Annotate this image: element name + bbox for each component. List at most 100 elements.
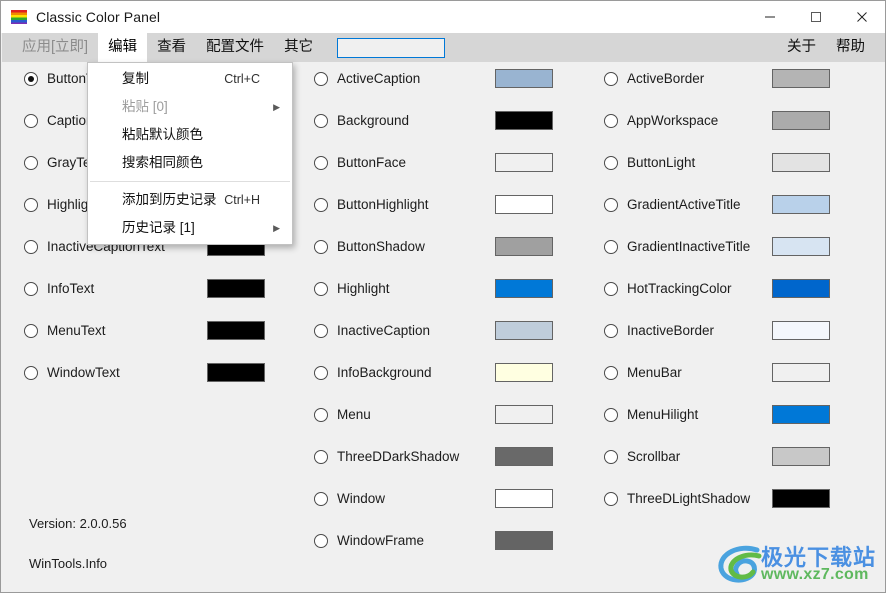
color-swatch-threedlightshadow[interactable] bbox=[772, 489, 830, 508]
search-input[interactable] bbox=[337, 38, 445, 58]
menu-about[interactable]: 关于 bbox=[777, 33, 826, 62]
color-swatch-background[interactable] bbox=[495, 111, 553, 130]
menu-apply-now[interactable]: 应用[立即] bbox=[12, 33, 98, 62]
color-entry-row[interactable]: Highlight bbox=[292, 276, 582, 302]
color-entry-row[interactable]: ThreeDLightShadow bbox=[582, 486, 872, 512]
radio-graytext[interactable] bbox=[24, 156, 38, 170]
radio-inactivecaption[interactable] bbox=[314, 324, 328, 338]
color-entry-row[interactable]: ActiveCaption bbox=[292, 66, 582, 92]
radio-activecaption[interactable] bbox=[314, 72, 328, 86]
radio-hottrackingcolor[interactable] bbox=[604, 282, 618, 296]
color-swatch-windowtext[interactable] bbox=[207, 363, 265, 382]
color-swatch-inactivecaption[interactable] bbox=[495, 321, 553, 340]
radio-menutext[interactable] bbox=[24, 324, 38, 338]
radio-windowframe[interactable] bbox=[314, 534, 328, 548]
color-swatch-menutext[interactable] bbox=[207, 321, 265, 340]
color-entry-row[interactable]: InfoText bbox=[2, 276, 292, 302]
minimize-button[interactable] bbox=[747, 1, 793, 33]
color-entry-row[interactable]: ButtonLight bbox=[582, 150, 872, 176]
color-swatch-activeborder[interactable] bbox=[772, 69, 830, 88]
color-entry-row[interactable]: ThreeDDarkShadow bbox=[292, 444, 582, 470]
radio-inactivecaptiontext[interactable] bbox=[24, 240, 38, 254]
menu-profile[interactable]: 配置文件 bbox=[196, 33, 274, 62]
radio-threeddarkshadow[interactable] bbox=[314, 450, 328, 464]
radio-inactiveborder[interactable] bbox=[604, 324, 618, 338]
color-entry-row[interactable]: ButtonHighlight bbox=[292, 192, 582, 218]
menu-other[interactable]: 其它 bbox=[274, 33, 323, 62]
color-entry-row[interactable]: WindowText bbox=[2, 360, 292, 386]
close-button[interactable] bbox=[839, 1, 885, 33]
color-entry-row[interactable]: GradientActiveTitle bbox=[582, 192, 872, 218]
color-swatch-hottrackingcolor[interactable] bbox=[772, 279, 830, 298]
radio-infobackground[interactable] bbox=[314, 366, 328, 380]
color-swatch-activecaption[interactable] bbox=[495, 69, 553, 88]
radio-background[interactable] bbox=[314, 114, 328, 128]
color-swatch-menuhilight[interactable] bbox=[772, 405, 830, 424]
color-entry-row[interactable]: MenuHilight bbox=[582, 402, 872, 428]
color-swatch-window[interactable] bbox=[495, 489, 553, 508]
radio-activeborder[interactable] bbox=[604, 72, 618, 86]
radio-buttonhighlight[interactable] bbox=[314, 198, 328, 212]
color-swatch-buttonhighlight[interactable] bbox=[495, 195, 553, 214]
color-swatch-menu[interactable] bbox=[495, 405, 553, 424]
radio-threedlightshadow[interactable] bbox=[604, 492, 618, 506]
color-entry-row[interactable]: ButtonFace bbox=[292, 150, 582, 176]
radio-buttonshadow[interactable] bbox=[314, 240, 328, 254]
color-entry-row[interactable]: InfoBackground bbox=[292, 360, 582, 386]
color-entry-row[interactable]: GradientInactiveTitle bbox=[582, 234, 872, 260]
color-entry-row[interactable]: HotTrackingColor bbox=[582, 276, 872, 302]
color-entry-row[interactable]: AppWorkspace bbox=[582, 108, 872, 134]
color-entry-row[interactable]: Menu bbox=[292, 402, 582, 428]
color-entry-row[interactable]: Window bbox=[292, 486, 582, 512]
color-swatch-gradientactivetitle[interactable] bbox=[772, 195, 830, 214]
menu-item-搜索相同颜色[interactable]: 搜索相同颜色 bbox=[88, 149, 292, 177]
radio-gradientactivetitle[interactable] bbox=[604, 198, 618, 212]
color-swatch-threeddarkshadow[interactable] bbox=[495, 447, 553, 466]
menu-item-添加到历史记录[interactable]: 添加到历史记录Ctrl+H bbox=[88, 186, 292, 214]
radio-captiontext[interactable] bbox=[24, 114, 38, 128]
color-swatch-scrollbar[interactable] bbox=[772, 447, 830, 466]
radio-buttonlight[interactable] bbox=[604, 156, 618, 170]
radio-highlighttext[interactable] bbox=[24, 198, 38, 212]
maximize-button[interactable] bbox=[793, 1, 839, 33]
menu-edit[interactable]: 编辑 bbox=[98, 33, 147, 62]
color-entry-row[interactable]: Background bbox=[292, 108, 582, 134]
radio-menuhilight[interactable] bbox=[604, 408, 618, 422]
color-swatch-buttonface[interactable] bbox=[495, 153, 553, 172]
radio-appworkspace[interactable] bbox=[604, 114, 618, 128]
color-swatch-infotext[interactable] bbox=[207, 279, 265, 298]
menu-item-粘贴-[0][interactable]: 粘贴 [0]▶ bbox=[88, 93, 292, 121]
menu-help[interactable]: 帮助 bbox=[826, 33, 875, 62]
radio-menu[interactable] bbox=[314, 408, 328, 422]
color-entry-row[interactable]: ActiveBorder bbox=[582, 66, 872, 92]
menu-item-复制[interactable]: 复制Ctrl+C bbox=[88, 65, 292, 93]
color-entry-row[interactable]: WindowFrame bbox=[292, 528, 582, 554]
color-entry-row[interactable]: MenuBar bbox=[582, 360, 872, 386]
color-entry-row[interactable]: MenuText bbox=[2, 318, 292, 344]
radio-window[interactable] bbox=[314, 492, 328, 506]
color-swatch-buttonshadow[interactable] bbox=[495, 237, 553, 256]
color-swatch-appworkspace[interactable] bbox=[772, 111, 830, 130]
radio-highlight[interactable] bbox=[314, 282, 328, 296]
color-swatch-menubar[interactable] bbox=[772, 363, 830, 382]
radio-buttontext[interactable] bbox=[24, 72, 38, 86]
radio-infotext[interactable] bbox=[24, 282, 38, 296]
color-entry-row[interactable]: InactiveBorder bbox=[582, 318, 872, 344]
color-entry-row[interactable]: ButtonShadow bbox=[292, 234, 582, 260]
radio-scrollbar[interactable] bbox=[604, 450, 618, 464]
color-entry-row[interactable]: InactiveCaption bbox=[292, 318, 582, 344]
color-swatch-gradientinactivetitle[interactable] bbox=[772, 237, 830, 256]
color-swatch-windowframe[interactable] bbox=[495, 531, 553, 550]
color-swatch-inactiveborder[interactable] bbox=[772, 321, 830, 340]
radio-gradientinactivetitle[interactable] bbox=[604, 240, 618, 254]
menu-item-粘贴默认颜色[interactable]: 粘贴默认颜色 bbox=[88, 121, 292, 149]
menu-view[interactable]: 查看 bbox=[147, 33, 196, 62]
color-entry-row[interactable]: Scrollbar bbox=[582, 444, 872, 470]
color-swatch-infobackground[interactable] bbox=[495, 363, 553, 382]
color-swatch-highlight[interactable] bbox=[495, 279, 553, 298]
color-swatch-buttonlight[interactable] bbox=[772, 153, 830, 172]
radio-buttonface[interactable] bbox=[314, 156, 328, 170]
radio-windowtext[interactable] bbox=[24, 366, 38, 380]
menu-item-历史记录-[1][interactable]: 历史记录 [1]▶ bbox=[88, 214, 292, 242]
radio-menubar[interactable] bbox=[604, 366, 618, 380]
